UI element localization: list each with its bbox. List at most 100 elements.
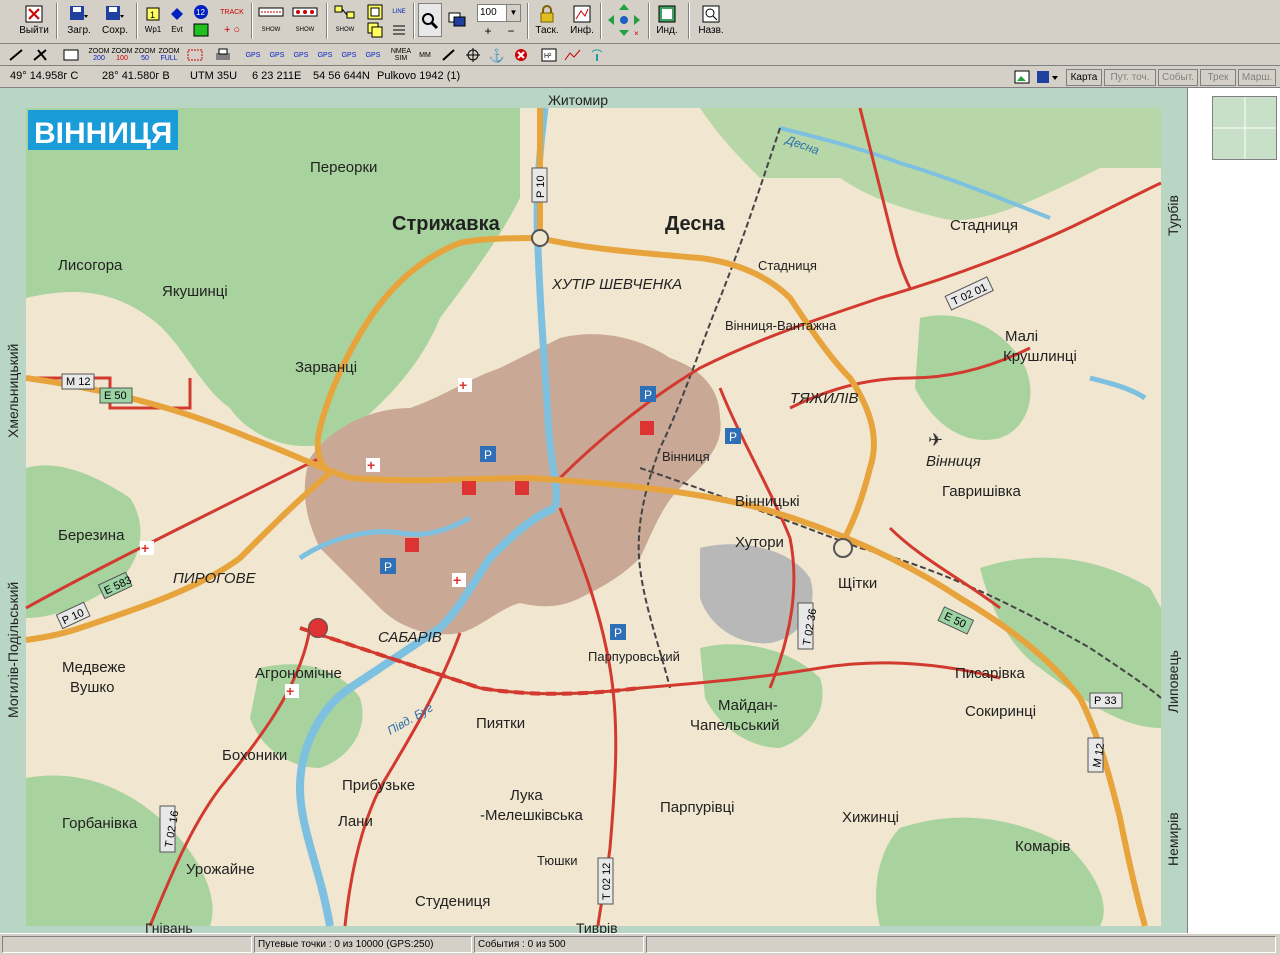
svg-text:+: +	[459, 377, 467, 393]
print-icon[interactable]	[212, 46, 234, 64]
track-label: TRACK	[220, 8, 244, 16]
crosshair-icon[interactable]	[462, 46, 484, 64]
image-export-icon[interactable]	[1011, 68, 1033, 86]
line-list-icon[interactable]	[388, 21, 410, 39]
tab-track[interactable]: Трек	[1200, 69, 1236, 86]
waypoint-line-icon[interactable]	[290, 3, 320, 21]
event-button[interactable]: Evt	[166, 2, 188, 40]
secondary-toolbar: ZOOM 200 ZOOM 100 ZOOM 50 ZOOM FULL GPS GPS …	[0, 44, 1280, 66]
place-label: ХУТІР ШЕВЧЕНКА	[551, 276, 682, 293]
place-label: Писарівка	[955, 665, 1026, 682]
route-copy-icon[interactable]	[364, 21, 386, 39]
zoom-50-button[interactable]: ZOOM 50	[134, 46, 156, 64]
route-edit-icon[interactable]	[364, 3, 386, 21]
zoom-100-button[interactable]: ZOOM 100	[111, 46, 133, 64]
chevron-down-icon: ▼	[506, 5, 520, 21]
save-dropdown-icon[interactable]	[1034, 68, 1062, 86]
place-label: Лука	[510, 787, 543, 804]
map-canvas[interactable]: М 12 Е 50 Р 10 Е 583 Т 02 01 Т 02 36 Е 5…	[0, 88, 1187, 933]
tab-events[interactable]: Событ.	[1158, 69, 1198, 86]
place-label: ТЯЖИЛІВ	[790, 390, 859, 407]
zoom-out-button[interactable]: −	[503, 22, 519, 40]
border-label-right-bottom: Немирів	[1165, 812, 1181, 866]
zoom-select[interactable]: 100 ▼	[477, 4, 521, 22]
tools-icon[interactable]	[30, 46, 52, 64]
gps-events-button[interactable]: GPS	[338, 46, 360, 64]
place-label: Вінниця	[926, 453, 981, 470]
place-label: Парпуровський	[588, 649, 680, 664]
tab-map[interactable]: Карта	[1066, 69, 1102, 86]
place-label: Вушко	[70, 679, 114, 696]
border-label-right-top: Турбів	[1165, 195, 1181, 236]
svg-text:P: P	[729, 430, 737, 444]
save-label: Сохр.	[101, 25, 128, 36]
gps-receive-button[interactable]: GPS	[242, 46, 264, 64]
info-label: Инф.	[570, 25, 594, 36]
show-track-button[interactable]: SHOW	[256, 21, 286, 39]
place-label: Лани	[338, 813, 373, 830]
svg-text:М 12: М 12	[66, 376, 90, 388]
gps-track-button[interactable]: GPS	[314, 46, 336, 64]
track-button[interactable]: TRACK	[218, 3, 246, 21]
zoom-full-button[interactable]: ZOOM FULL	[158, 46, 180, 64]
route-icon[interactable]	[332, 3, 358, 21]
gps-send-button[interactable]: GPS	[266, 46, 288, 64]
place-label: ПИРОГОВЕ	[173, 570, 257, 587]
map-icon[interactable]	[60, 46, 82, 64]
place-label: Сокиринці	[965, 703, 1036, 720]
place-label: Комарів	[1015, 838, 1070, 855]
zoom-value: 100	[480, 7, 497, 18]
status-empty	[2, 936, 252, 953]
svg-text:1: 1	[150, 10, 155, 20]
svg-text:H²: H²	[544, 53, 552, 60]
navigation-pad[interactable]: ×	[604, 2, 644, 40]
signal-icon[interactable]	[586, 46, 608, 64]
zoom-200-button[interactable]: ZOOM 200	[88, 46, 110, 64]
exit-button[interactable]: Выйти	[16, 2, 52, 40]
info-button[interactable]: Инф.	[566, 2, 598, 40]
names-button[interactable]: Назв.	[694, 2, 728, 40]
overview-map[interactable]	[1212, 96, 1277, 160]
profile-icon[interactable]	[562, 46, 584, 64]
airport-icon: ✈	[928, 430, 943, 450]
floppy-load-icon	[69, 4, 89, 24]
waypoint-button[interactable]: 1 Wp1	[141, 2, 165, 40]
show-route-button[interactable]: SHOW	[332, 21, 358, 39]
task-button[interactable]: Таск.	[532, 2, 562, 40]
height-icon[interactable]: H²	[538, 46, 560, 64]
route-green-icon[interactable]	[190, 21, 212, 39]
indicator-button[interactable]: Инд.	[652, 2, 682, 40]
windows-button[interactable]	[445, 2, 469, 40]
track-add-remove-icon[interactable]: + ○	[218, 21, 246, 39]
show-label-3: SHOW	[335, 26, 355, 33]
nmea-pen-icon[interactable]	[438, 46, 460, 64]
load-button[interactable]: Загр.	[62, 2, 96, 40]
place-label: Пиятки	[476, 715, 525, 732]
border-label-top: Житомир	[548, 92, 608, 108]
stop-icon[interactable]	[510, 46, 532, 64]
tab-route[interactable]: Марш.	[1238, 69, 1276, 86]
ruler-icon[interactable]	[6, 46, 28, 64]
waypoint-icon: 1	[143, 4, 163, 24]
zoom-in-button[interactable]: +	[480, 22, 496, 40]
show-label: SHOW	[261, 26, 281, 33]
mm-button[interactable]: MM	[414, 46, 436, 64]
place-label: Стрижавка	[392, 213, 501, 235]
show-waypoints-button[interactable]: SHOW	[290, 21, 320, 39]
nmea-sim-button[interactable]: NMEA SIM	[390, 46, 412, 64]
tab-waypoints[interactable]: Пут. точ.	[1104, 69, 1156, 86]
place-label: Прибузьке	[342, 777, 415, 794]
parking-icon: P	[380, 558, 396, 574]
track-line-icon[interactable]	[256, 3, 286, 21]
easting: 6 23 211E	[252, 70, 302, 82]
route-12-icon[interactable]: 12	[190, 3, 212, 21]
line-button[interactable]: LINE	[388, 3, 410, 21]
anchor-icon[interactable]: ⚓	[486, 46, 508, 64]
place-label: Зарванці	[295, 359, 357, 376]
gps-sync-button[interactable]: GPS	[362, 46, 384, 64]
zoom-tool-button[interactable]	[418, 3, 442, 37]
svg-text:12: 12	[196, 8, 205, 17]
save-button[interactable]: Сохр.	[98, 2, 132, 40]
gps-route-button[interactable]: GPS	[290, 46, 312, 64]
dotted-frame-icon[interactable]	[184, 46, 206, 64]
